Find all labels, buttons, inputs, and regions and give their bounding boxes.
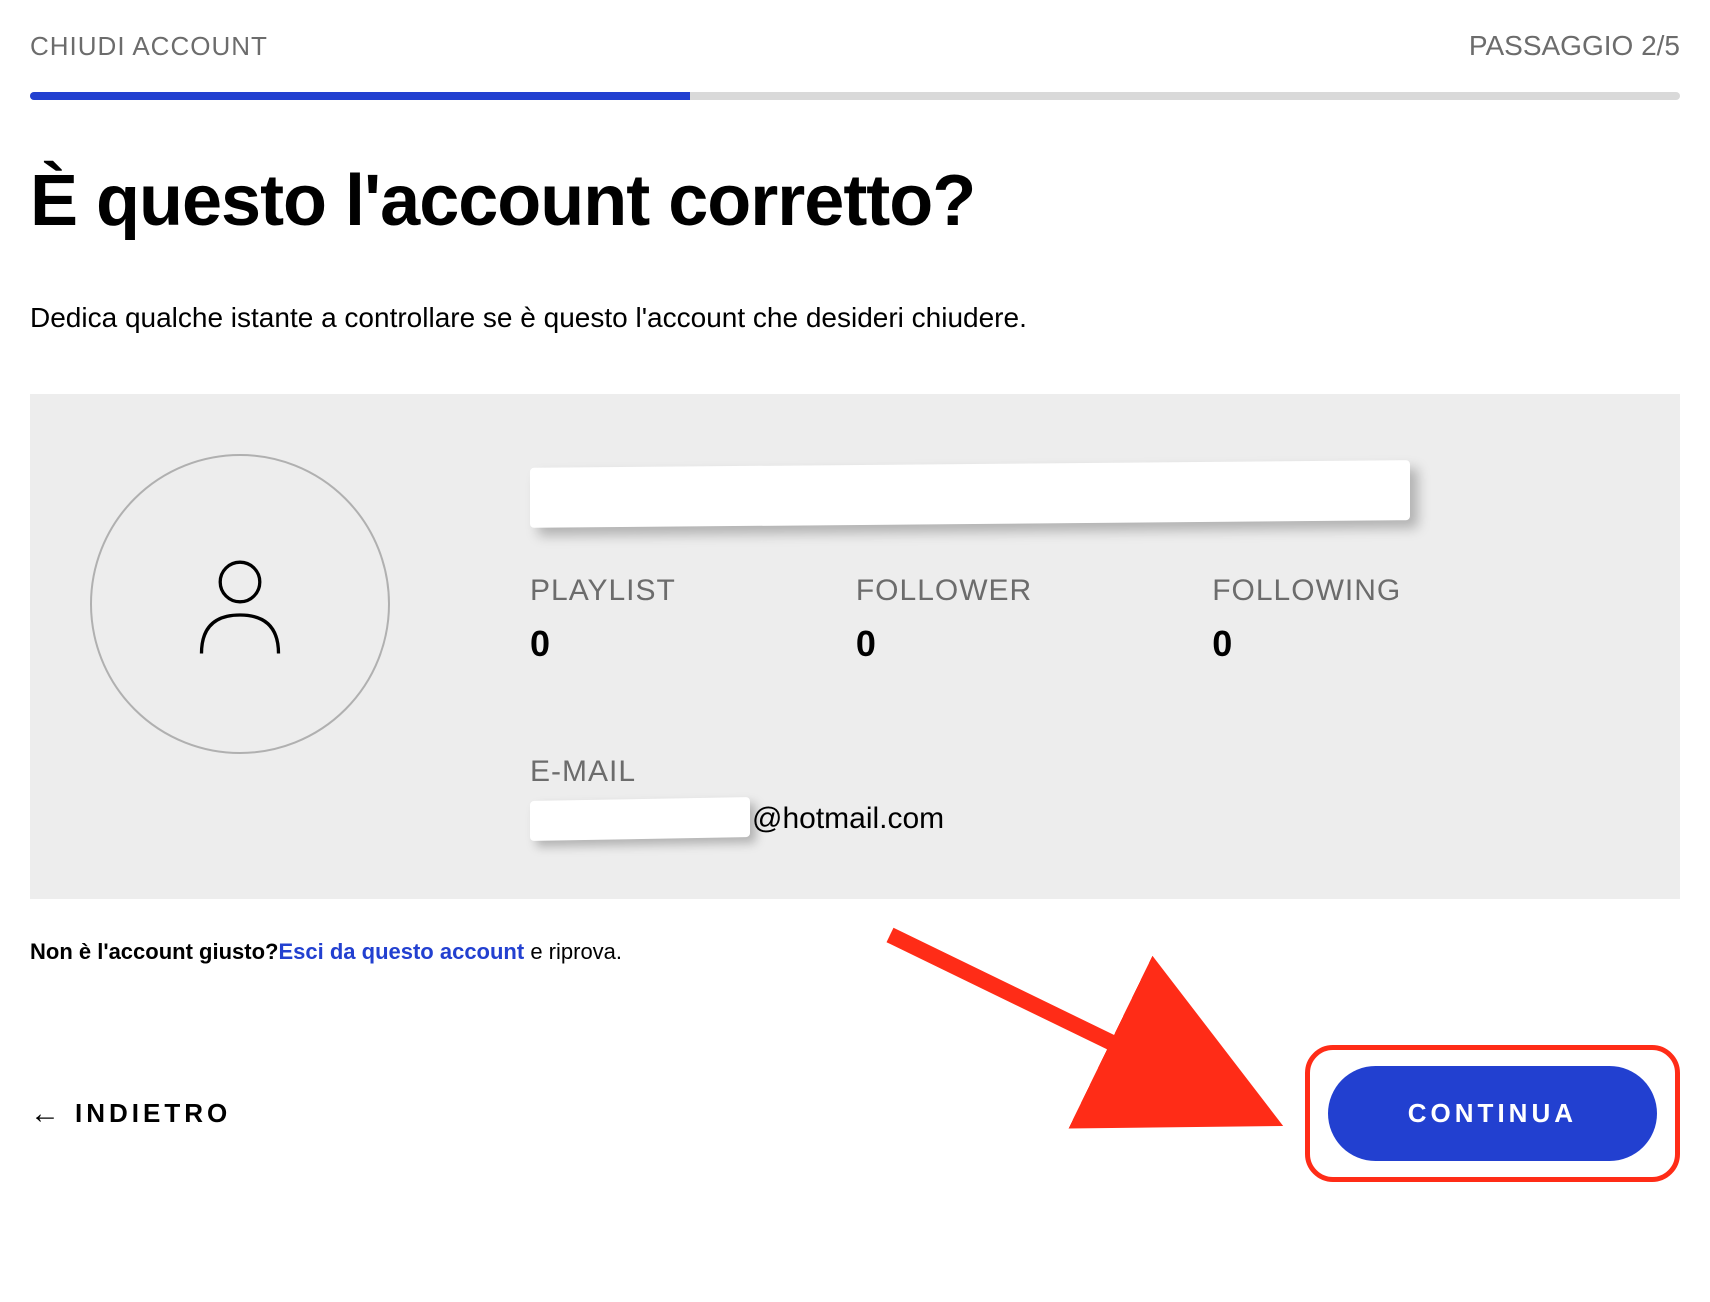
stat-playlist-value: 0 bbox=[530, 623, 676, 665]
stat-following-label: FOLLOWING bbox=[1212, 574, 1401, 608]
email-domain: @hotmail.com bbox=[752, 802, 944, 836]
avatar-wrapper bbox=[90, 454, 390, 839]
wrong-account-prefix: Non è l'account giusto? bbox=[30, 939, 278, 964]
wrong-account-row: Non è l'account giusto?Esci da questo ac… bbox=[30, 939, 1680, 965]
user-icon bbox=[185, 549, 295, 659]
progress-fill bbox=[30, 92, 690, 100]
stat-follower-label: FOLLOWER bbox=[856, 574, 1032, 608]
continue-button[interactable]: CONTINUA bbox=[1328, 1066, 1657, 1161]
stat-following-value: 0 bbox=[1212, 623, 1401, 665]
stat-follower: FOLLOWER 0 bbox=[856, 574, 1032, 665]
progress-bar bbox=[30, 92, 1680, 100]
stat-following: FOLLOWING 0 bbox=[1212, 574, 1401, 665]
arrow-left-icon: ← bbox=[30, 1097, 60, 1131]
page-subtitle: Dedica qualche istante a controllare se … bbox=[30, 302, 1680, 334]
redacted-email-local bbox=[530, 797, 750, 841]
step-indicator: PASSAGGIO 2/5 bbox=[1469, 30, 1680, 62]
logout-link[interactable]: Esci da questo account bbox=[278, 939, 524, 964]
account-card: PLAYLIST 0 FOLLOWER 0 FOLLOWING 0 E-MAIL… bbox=[30, 394, 1680, 899]
redacted-username bbox=[530, 460, 1410, 528]
continue-highlight-box: CONTINUA bbox=[1305, 1045, 1680, 1182]
footer-row: ← INDIETRO CONTINUA bbox=[30, 1045, 1680, 1182]
wrong-account-suffix: e riprova. bbox=[524, 939, 622, 964]
stat-follower-value: 0 bbox=[856, 623, 1032, 665]
page-title: È questo l'account corretto? bbox=[30, 160, 1680, 242]
email-label: E-MAIL bbox=[530, 755, 1620, 789]
stat-playlist-label: PLAYLIST bbox=[530, 574, 676, 608]
email-row: @hotmail.com bbox=[530, 799, 1620, 839]
page-header-title: CHIUDI ACCOUNT bbox=[30, 31, 268, 62]
avatar bbox=[90, 454, 390, 754]
stats-row: PLAYLIST 0 FOLLOWER 0 FOLLOWING 0 bbox=[530, 574, 1620, 665]
account-details: PLAYLIST 0 FOLLOWER 0 FOLLOWING 0 E-MAIL… bbox=[530, 454, 1620, 839]
stat-playlist: PLAYLIST 0 bbox=[530, 574, 676, 665]
back-button[interactable]: ← INDIETRO bbox=[30, 1097, 231, 1131]
email-section: E-MAIL @hotmail.com bbox=[530, 755, 1620, 839]
header-row: CHIUDI ACCOUNT PASSAGGIO 2/5 bbox=[30, 30, 1680, 62]
back-button-label: INDIETRO bbox=[75, 1098, 231, 1129]
